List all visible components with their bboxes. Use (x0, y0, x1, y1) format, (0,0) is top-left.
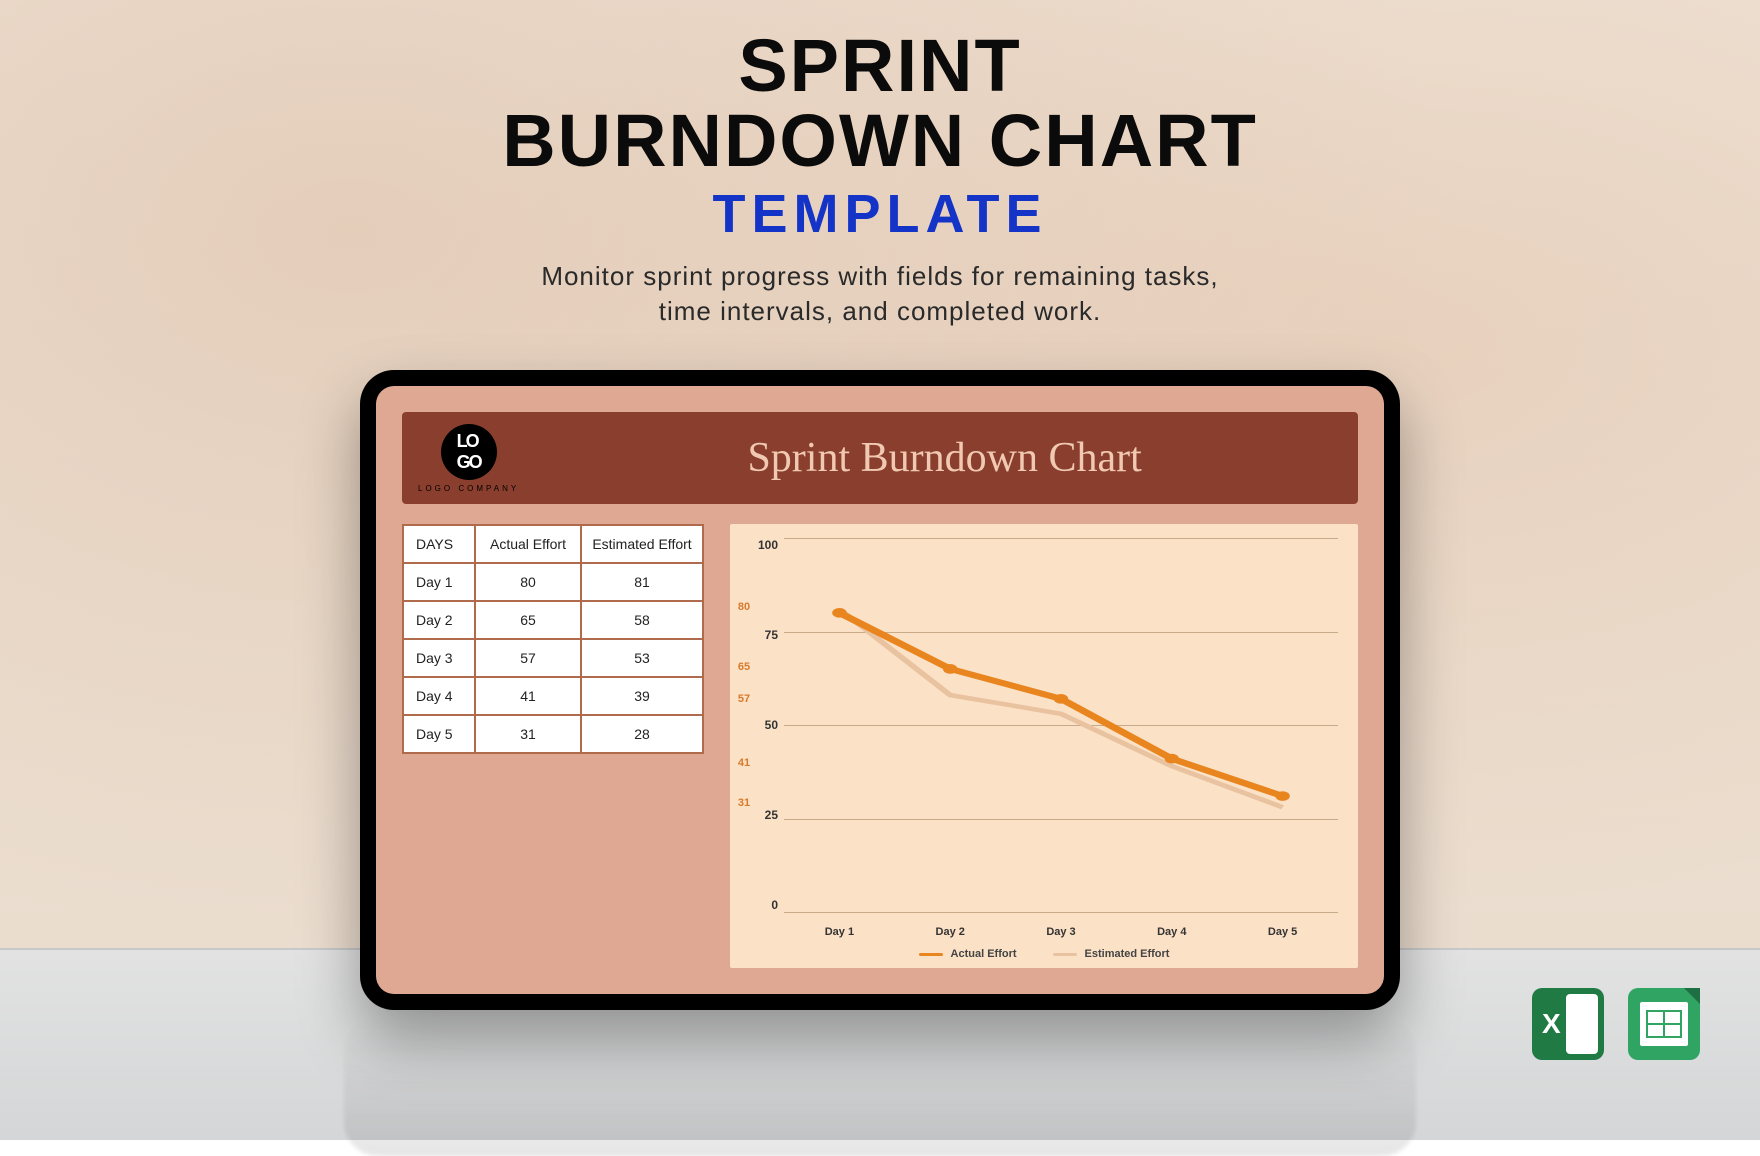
data-label: 80 (738, 601, 750, 613)
legend-actual: Actual Effort (919, 948, 1017, 960)
headline-block: SPRINT BURNDOWN CHART TEMPLATE Monitor s… (0, 28, 1760, 329)
tablet-reflection (344, 1016, 1416, 1156)
tablet-device: LOGO LOGO COMPANY Sprint Burndown Chart … (360, 370, 1400, 1010)
data-label: 57 (738, 693, 750, 705)
google-sheets-icon[interactable] (1628, 988, 1700, 1060)
data-label: 31 (738, 797, 750, 809)
table-header-row: DAYS Actual Effort Estimated Effort (403, 525, 703, 563)
data-label: 41 (738, 757, 750, 769)
logo-caption: LOGO COMPANY (418, 484, 519, 493)
data-label: 65 (738, 661, 750, 673)
banner-title: Sprint Burndown Chart (541, 434, 1348, 482)
headline-2: BURNDOWN CHART (0, 103, 1760, 178)
x-axis-ticks: Day 1 Day 2 Day 3 Day 4 Day 5 (784, 926, 1338, 938)
subtitle: Monitor sprint progress with fields for … (0, 259, 1760, 329)
logo-block: LOGO LOGO COMPANY (418, 424, 519, 493)
burndown-chart: 100 75 50 25 0 (730, 524, 1358, 968)
format-icons (1532, 988, 1700, 1060)
excel-icon[interactable] (1532, 988, 1604, 1060)
table-row: Day 1 80 81 (403, 563, 703, 601)
col-estimated: Estimated Effort (581, 525, 703, 563)
plot-area: 100 75 50 25 0 (744, 538, 1344, 938)
table-row: Day 5 31 28 (403, 715, 703, 753)
table-row: Day 2 65 58 (403, 601, 703, 639)
chart-banner: LOGO LOGO COMPANY Sprint Burndown Chart (402, 412, 1358, 504)
col-days: DAYS (403, 525, 475, 563)
chart-lines (784, 538, 1338, 912)
col-actual: Actual Effort (475, 525, 581, 563)
legend-estimated: Estimated Effort (1053, 948, 1170, 960)
table-row: Day 4 41 39 (403, 677, 703, 715)
table-row: Day 3 57 53 (403, 639, 703, 677)
logo-icon: LOGO (441, 424, 497, 480)
headline-1: SPRINT (0, 28, 1760, 103)
chart-legend: Actual Effort Estimated Effort (744, 948, 1344, 960)
tablet-screen: LOGO LOGO COMPANY Sprint Burndown Chart … (376, 386, 1384, 994)
headline-3: TEMPLATE (0, 183, 1760, 245)
y-axis-ticks: 100 75 50 25 0 (744, 538, 778, 912)
data-table: DAYS Actual Effort Estimated Effort Day … (402, 524, 704, 754)
